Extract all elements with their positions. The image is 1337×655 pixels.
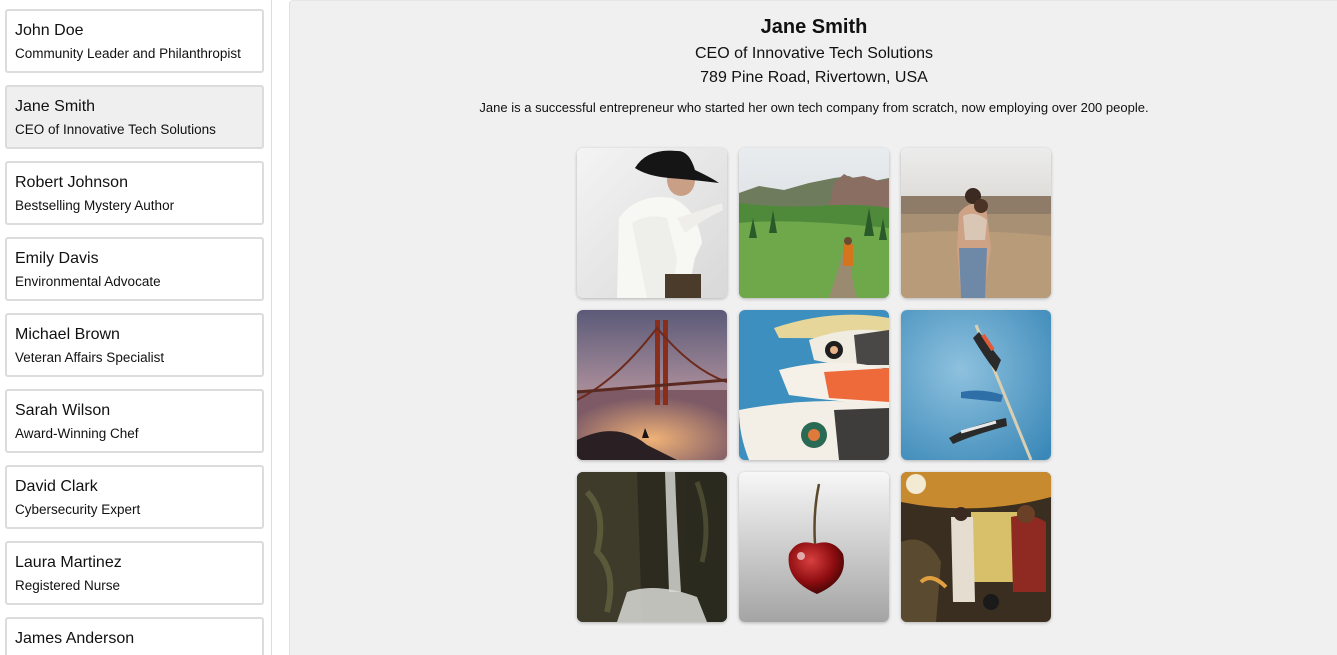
person-title: Cybersecurity Expert bbox=[15, 502, 141, 517]
person-card-david-clark[interactable]: David Clark Cybersecurity Expert bbox=[5, 465, 264, 529]
person-name: Michael Brown bbox=[15, 326, 120, 343]
person-name: John Doe bbox=[15, 22, 84, 39]
person-name: Laura Martinez bbox=[15, 554, 122, 571]
person-card-james-anderson[interactable]: James Anderson bbox=[5, 617, 264, 655]
person-card-laura-martinez[interactable]: Laura Martinez Registered Nurse bbox=[5, 541, 264, 605]
person-name: Robert Johnson bbox=[15, 174, 128, 191]
panel-gutter bbox=[273, 0, 289, 655]
photo-red-cherry[interactable] bbox=[739, 472, 889, 622]
photo-couple-in-field-image bbox=[901, 148, 1051, 298]
person-name: Jane Smith bbox=[15, 98, 96, 115]
person-title: Award-Winning Chef bbox=[15, 426, 139, 441]
profile-panel: Jane Smith CEO of Innovative Tech Soluti… bbox=[289, 0, 1337, 655]
photo-koi-windsocks-sky[interactable] bbox=[901, 310, 1051, 460]
person-card-john-doe[interactable]: John Doe Community Leader and Philanthro… bbox=[5, 9, 264, 73]
photo-waterfall-canyon-image bbox=[577, 472, 727, 622]
person-title: Registered Nurse bbox=[15, 578, 121, 593]
profile-address: 789 Pine Road, Rivertown, USA bbox=[700, 69, 928, 86]
person-title: Environmental Advocate bbox=[15, 274, 161, 289]
photo-mountain-meadow-hiker-image bbox=[739, 148, 889, 298]
people-sidebar[interactable]: John Doe Community Leader and Philanthro… bbox=[0, 0, 272, 655]
photo-person-black-hat-image bbox=[577, 148, 727, 298]
person-name: David Clark bbox=[15, 478, 98, 495]
person-name: Emily Davis bbox=[15, 250, 99, 267]
person-name: Sarah Wilson bbox=[15, 402, 111, 419]
photo-person-black-hat[interactable] bbox=[577, 148, 727, 298]
photo-koi-fish-windsocks[interactable] bbox=[739, 310, 889, 460]
profile-name: Jane Smith bbox=[760, 16, 868, 38]
photo-golden-gate-bridge-fog-image bbox=[577, 310, 727, 460]
person-card-jane-smith[interactable]: Jane Smith CEO of Innovative Tech Soluti… bbox=[5, 85, 264, 149]
person-title: CEO of Innovative Tech Solutions bbox=[15, 122, 216, 137]
person-card-sarah-wilson[interactable]: Sarah Wilson Award-Winning Chef bbox=[5, 389, 264, 453]
profile-bio: Jane is a successful entrepreneur who st… bbox=[479, 100, 1149, 115]
person-name: James Anderson bbox=[15, 630, 135, 647]
person-card-michael-brown[interactable]: Michael Brown Veteran Affairs Specialist bbox=[5, 313, 264, 377]
photo-street-market-rickshaw[interactable] bbox=[901, 472, 1051, 622]
photo-golden-gate-bridge-fog[interactable] bbox=[577, 310, 727, 460]
photo-mountain-meadow-hiker[interactable] bbox=[739, 148, 889, 298]
photo-couple-in-field[interactable] bbox=[901, 148, 1051, 298]
person-title: Bestselling Mystery Author bbox=[15, 198, 175, 213]
photo-koi-windsocks-sky-image bbox=[901, 310, 1051, 460]
app: John Doe Community Leader and Philanthro… bbox=[0, 0, 1337, 655]
person-card-robert-johnson[interactable]: Robert Johnson Bestselling Mystery Autho… bbox=[5, 161, 264, 225]
person-title: Veteran Affairs Specialist bbox=[15, 350, 165, 365]
profile-title: CEO of Innovative Tech Solutions bbox=[694, 45, 934, 62]
photo-street-market-rickshaw-image bbox=[901, 472, 1051, 622]
photo-waterfall-canyon[interactable] bbox=[577, 472, 727, 622]
photo-red-cherry-image bbox=[739, 472, 889, 622]
person-card-emily-davis[interactable]: Emily Davis Environmental Advocate bbox=[5, 237, 264, 301]
photo-koi-fish-windsocks-image bbox=[739, 310, 889, 460]
person-title: Community Leader and Philanthropist bbox=[15, 46, 241, 61]
